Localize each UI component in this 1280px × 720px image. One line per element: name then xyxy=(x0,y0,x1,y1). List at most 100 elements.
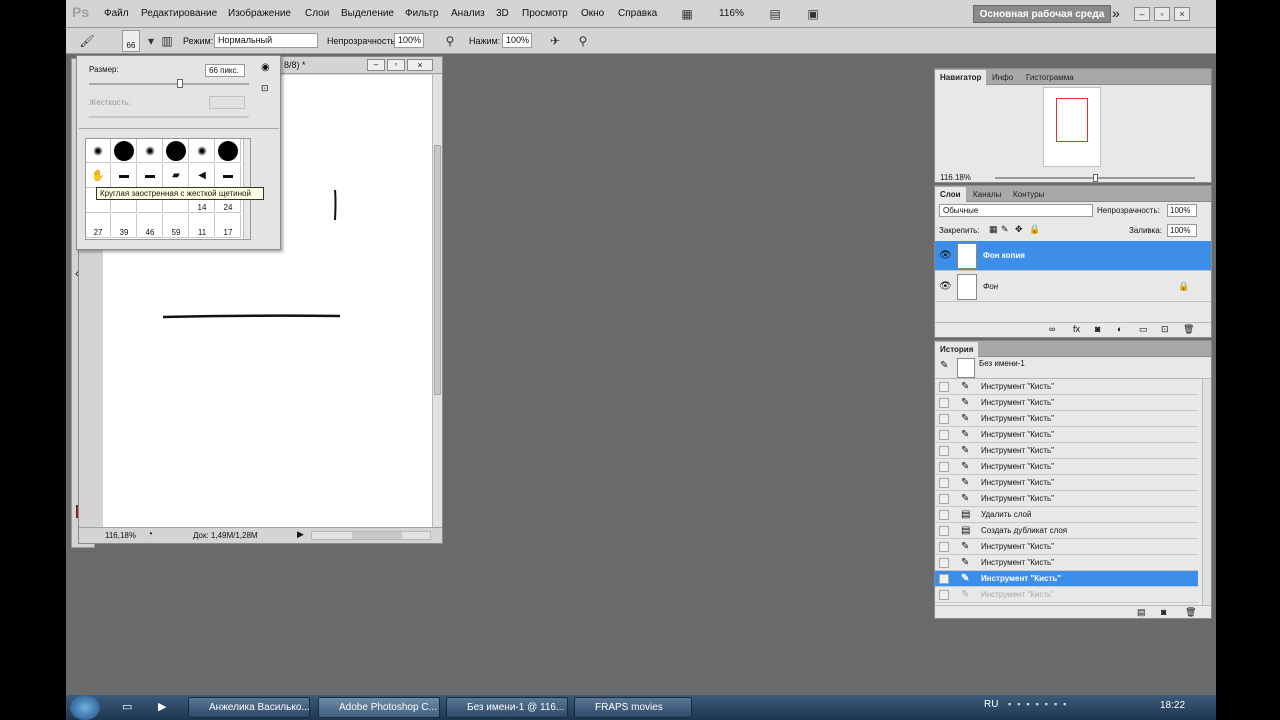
lock-pixels-icon[interactable]: ✎ xyxy=(1001,224,1009,235)
history-item[interactable]: ✎ Инструмент "Кисть" xyxy=(935,571,1198,587)
tab-channels[interactable]: Каналы xyxy=(968,187,1006,202)
history-item[interactable]: ✎ Инструмент "Кисть" xyxy=(935,427,1198,443)
brush-row4-2[interactable]: 39 xyxy=(112,214,137,238)
adjustment-layer-icon[interactable]: ◐ xyxy=(1117,324,1122,334)
vertical-scrollbar[interactable] xyxy=(432,75,442,527)
brush-hard-large[interactable] xyxy=(112,139,137,163)
size-slider[interactable] xyxy=(89,79,249,88)
screen-mode-toggle-icon[interactable]: ▣ xyxy=(804,5,822,23)
navigator-zoom-field[interactable]: 116.18% xyxy=(940,173,971,182)
layer-opacity-field[interactable]: 100% xyxy=(1167,204,1197,217)
history-brush-source-box[interactable] xyxy=(939,590,949,600)
tab-info[interactable]: Инфо xyxy=(987,70,1018,85)
menu-analysis[interactable]: Анализ xyxy=(451,8,485,19)
tab-paths[interactable]: Контуры xyxy=(1008,187,1049,202)
fill-field[interactable]: 100% xyxy=(1167,224,1197,237)
history-brush-source-box[interactable] xyxy=(939,414,949,424)
history-brush-source-box[interactable] xyxy=(939,462,949,472)
menu-layers[interactable]: Слои xyxy=(305,8,329,19)
taskbar-document[interactable]: Без имени-1 @ 116... xyxy=(446,697,568,718)
doc-zoom-field[interactable]: 116,18% xyxy=(105,531,136,540)
brush-bristle-fan[interactable]: ▬ xyxy=(216,164,241,188)
layer-style-icon[interactable]: fx xyxy=(1073,324,1080,334)
taskbar-fraps[interactable]: FRAPS movies xyxy=(574,697,692,718)
history-brush-source-box[interactable] xyxy=(939,574,949,584)
history-brush-source-box[interactable] xyxy=(939,398,949,408)
menu-filter[interactable]: Фильтр xyxy=(405,8,439,19)
brush-hard-large-2[interactable] xyxy=(164,139,189,163)
brush-soft-small[interactable] xyxy=(86,139,111,163)
visibility-eye-icon[interactable]: 👁 xyxy=(939,281,952,292)
history-brush-source-box[interactable] xyxy=(939,558,949,568)
history-item[interactable]: ✎ Инструмент "Кисть" xyxy=(935,587,1198,603)
layer-mask-icon[interactable]: ◙ xyxy=(1095,324,1100,334)
tab-histogram[interactable]: Гистограмма xyxy=(1021,70,1079,85)
zoom-slider-icon[interactable]: ◔ xyxy=(147,529,153,540)
history-item[interactable]: ✎ Инструмент "Кисть" xyxy=(935,379,1198,395)
brush-soft-small-3[interactable] xyxy=(190,139,215,163)
brush-row4-5[interactable]: 11 xyxy=(190,214,215,238)
scroll-thumb[interactable] xyxy=(434,145,441,395)
history-item[interactable]: ▤ Создать дубликат слоя xyxy=(935,523,1198,539)
arrange-icon[interactable]: ▤ xyxy=(766,5,784,23)
horizontal-scrollbar[interactable] xyxy=(311,531,431,540)
size-slider-thumb[interactable] xyxy=(177,79,183,88)
history-brush-source-box[interactable] xyxy=(939,478,949,488)
history-item[interactable]: ▤ Удалить слой xyxy=(935,507,1198,523)
snapshot-icon[interactable]: ◙ xyxy=(1161,607,1166,617)
menu-select[interactable]: Выделение xyxy=(341,8,394,19)
menu-image[interactable]: Изображение xyxy=(228,8,291,19)
history-item[interactable]: ✎ Инструмент "Кисть" xyxy=(935,395,1198,411)
history-item[interactable]: ✎ Инструмент "Кисть" xyxy=(935,555,1198,571)
history-brush-source-box[interactable] xyxy=(939,526,949,536)
brush-bristle-flat[interactable]: ▬ xyxy=(112,164,137,188)
layer-row-fon[interactable]: 👁 Фон 🔒 xyxy=(935,272,1211,302)
brush-row4-3[interactable]: 46 xyxy=(138,214,163,238)
navigator-view-box[interactable] xyxy=(1056,98,1088,142)
brush-panel-toggle-icon[interactable]: ▥ xyxy=(158,32,176,50)
more-workspaces-icon[interactable]: » xyxy=(1112,5,1120,21)
zoom-level-menu[interactable]: 116% xyxy=(719,8,744,19)
picker-menu-icon[interactable]: ◉ xyxy=(261,62,270,73)
history-item[interactable]: ✎ Инструмент "Кисть" xyxy=(935,491,1198,507)
tab-history[interactable]: История xyxy=(935,342,979,357)
trash-icon[interactable]: 🗑 xyxy=(1183,324,1194,335)
opacity-field[interactable]: 100% xyxy=(394,33,424,48)
workspace-button[interactable]: Основная рабочая среда xyxy=(973,5,1111,23)
history-brush-source-icon[interactable]: ✎ xyxy=(940,360,948,371)
brush-soft-small-2[interactable] xyxy=(138,139,163,163)
brush-tool-icon[interactable]: 🖌 xyxy=(78,32,96,50)
brush-preset-picker[interactable]: 66 xyxy=(122,30,140,52)
history-item[interactable]: ✎ Инструмент "Кисть" xyxy=(935,475,1198,491)
layer-row-fon-kopiya[interactable]: 👁 Фон копия xyxy=(935,241,1211,271)
maximize-icon[interactable]: ▫ xyxy=(1154,7,1170,21)
history-brush-source-box[interactable] xyxy=(939,382,949,392)
menu-3d[interactable]: 3D xyxy=(496,8,509,19)
start-button[interactable] xyxy=(70,695,100,720)
show-desktop-icon[interactable]: ▭ xyxy=(122,700,132,713)
history-scrollbar[interactable] xyxy=(1202,379,1211,605)
brush-hard-large-3[interactable] xyxy=(216,139,241,163)
tray-icons[interactable]: ▪▪▪▪▪▪▪ xyxy=(1008,699,1072,709)
history-item[interactable]: ✎ Инструмент "Кисть" xyxy=(935,459,1198,475)
mode-select[interactable]: Нормальный xyxy=(214,33,318,48)
tablet-opacity-icon[interactable]: ⚲ xyxy=(441,32,459,50)
menu-window[interactable]: Окно xyxy=(581,8,604,19)
menu-help[interactable]: Справка xyxy=(618,8,657,19)
taskbar-browser[interactable]: Анжелика Василько... xyxy=(188,697,310,718)
history-brush-source-box[interactable] xyxy=(939,542,949,552)
history-item[interactable]: ✎ Инструмент "Кисть" xyxy=(935,411,1198,427)
new-group-icon[interactable]: ▭ xyxy=(1139,324,1148,335)
blend-mode-select[interactable]: Обычные xyxy=(939,204,1093,217)
minimize-icon[interactable]: – xyxy=(1134,7,1150,21)
tab-navigator[interactable]: Навигатор xyxy=(935,70,987,85)
brush-bristle-round[interactable]: ✋ xyxy=(86,164,111,188)
screen-mode-icon[interactable]: ▦ xyxy=(678,5,696,23)
doc-close-icon[interactable]: × xyxy=(407,59,433,71)
size-field[interactable]: 66 пикс. xyxy=(205,64,245,77)
brush-bristle-blunt[interactable]: ▬ xyxy=(138,164,163,188)
brush-row4-4[interactable]: 59 xyxy=(164,214,189,238)
close-icon[interactable]: × xyxy=(1174,7,1190,21)
tab-layers[interactable]: Слои xyxy=(935,187,966,202)
media-player-icon[interactable]: ▶ xyxy=(158,700,166,713)
